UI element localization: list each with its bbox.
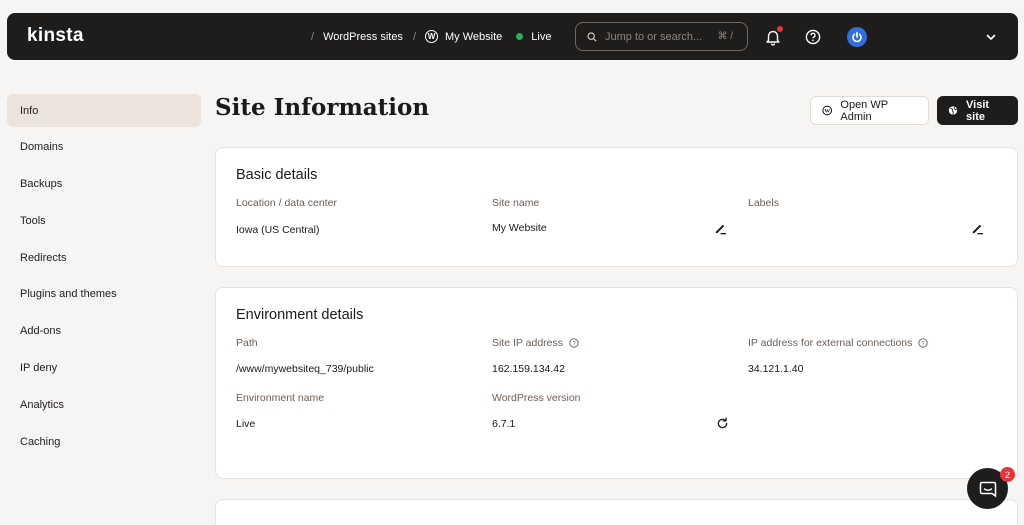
visit-site-button[interactable]: Visit site bbox=[937, 96, 1018, 125]
refresh-icon[interactable] bbox=[716, 417, 729, 430]
sidebar-item-tools[interactable]: Tools bbox=[7, 204, 201, 237]
breadcrumb-my-website[interactable]: My Website bbox=[445, 31, 502, 43]
sidebar-item-domains[interactable]: Domains bbox=[7, 131, 201, 164]
edit-site-name-icon[interactable] bbox=[714, 222, 727, 235]
environment-name-value: Live bbox=[236, 418, 256, 430]
next-section-card bbox=[215, 499, 1018, 525]
site-ip-label: Site IP address ? bbox=[492, 337, 579, 349]
help-icon bbox=[805, 29, 821, 45]
search-placeholder: Jump to or search... bbox=[605, 30, 703, 43]
sidebar-item-redirects[interactable]: Redirects bbox=[7, 241, 201, 274]
info-icon[interactable]: ? bbox=[918, 338, 929, 348]
site-ip-value: 162.159.134.42 bbox=[492, 363, 565, 375]
wordpress-icon: W bbox=[425, 30, 438, 43]
breadcrumb-separator: / bbox=[412, 30, 416, 43]
help-button[interactable] bbox=[804, 28, 822, 46]
sidebar-item-add-ons[interactable]: Add-ons bbox=[7, 315, 201, 348]
site-name-value: My Website bbox=[492, 222, 547, 234]
wordpress-version-label: WordPress version bbox=[492, 392, 581, 404]
path-label: Path bbox=[236, 337, 258, 349]
wordpress-version-value: 6.7.1 bbox=[492, 418, 516, 430]
environment-name-label: Environment name bbox=[236, 392, 325, 404]
breadcrumb-wordpress-sites[interactable]: WordPress sites bbox=[323, 31, 403, 43]
search-input[interactable]: Jump to or search... ⌘ / bbox=[575, 22, 748, 51]
open-wp-admin-label: Open WP Admin bbox=[840, 98, 888, 123]
globe-icon bbox=[948, 106, 958, 115]
external-ip-label: IP address for external connections ? bbox=[748, 337, 929, 349]
breadcrumb-separator: / bbox=[311, 30, 315, 43]
wordpress-icon: W bbox=[822, 105, 833, 116]
live-status-dot bbox=[516, 33, 524, 40]
external-ip-label-text: IP address for external connections bbox=[748, 337, 913, 349]
chat-button[interactable]: 2 bbox=[967, 467, 1015, 509]
external-ip-value: 34.121.1.40 bbox=[748, 363, 804, 375]
visit-site-label: Visit site bbox=[966, 98, 990, 123]
edit-labels-icon[interactable] bbox=[971, 222, 984, 235]
basic-details-title: Basic details bbox=[236, 167, 318, 183]
basic-details-card: Basic details Location / data center Iow… bbox=[215, 147, 1018, 267]
info-icon[interactable]: ? bbox=[569, 338, 579, 348]
sidebar-item-plugins-and-themes[interactable]: Plugins and themes bbox=[7, 278, 201, 311]
location-value: Iowa (US Central) bbox=[236, 224, 320, 236]
breadcrumb: / WordPress sites / W My Website Live bbox=[311, 13, 551, 60]
open-wp-admin-button[interactable]: W Open WP Admin bbox=[810, 96, 929, 125]
page-title: Site Information bbox=[215, 94, 430, 121]
svg-text:W: W bbox=[824, 109, 830, 115]
chat-icon bbox=[979, 481, 996, 497]
sidebar-item-backups[interactable]: Backups bbox=[7, 168, 201, 201]
environment-status[interactable]: Live bbox=[531, 31, 551, 43]
sidebar-item-caching[interactable]: Caching bbox=[7, 425, 201, 458]
environment-details-card: Environment details Path /www/mywebsiteq… bbox=[215, 287, 1018, 479]
top-bar: kinsta / WordPress sites / W My Website … bbox=[7, 13, 1018, 60]
user-avatar[interactable] bbox=[847, 27, 867, 47]
search-shortcut: ⌘ / bbox=[717, 31, 733, 42]
site-name-label: Site name bbox=[492, 197, 540, 209]
kinsta-logo[interactable]: kinsta bbox=[27, 25, 84, 47]
site-ip-label-text: Site IP address bbox=[492, 337, 564, 349]
sidebar-item-ip-deny[interactable]: IP deny bbox=[7, 352, 201, 385]
chevron-down-icon[interactable] bbox=[983, 29, 999, 45]
path-value: /www/mywebsiteq_739/public bbox=[236, 363, 374, 375]
sidebar-item-analytics[interactable]: Analytics bbox=[7, 388, 201, 421]
notifications-button[interactable] bbox=[764, 26, 783, 46]
labels-label: Labels bbox=[748, 197, 779, 209]
sidebar-item-info[interactable]: Info bbox=[7, 94, 201, 127]
location-label: Location / data center bbox=[236, 197, 337, 209]
notification-dot bbox=[777, 26, 783, 32]
sidebar: Info Domains Backups Tools Redirects Plu… bbox=[7, 94, 201, 462]
chat-badge: 2 bbox=[1000, 467, 1015, 482]
environment-details-title: Environment details bbox=[236, 307, 364, 323]
power-icon bbox=[852, 31, 862, 43]
search-icon bbox=[587, 31, 597, 42]
